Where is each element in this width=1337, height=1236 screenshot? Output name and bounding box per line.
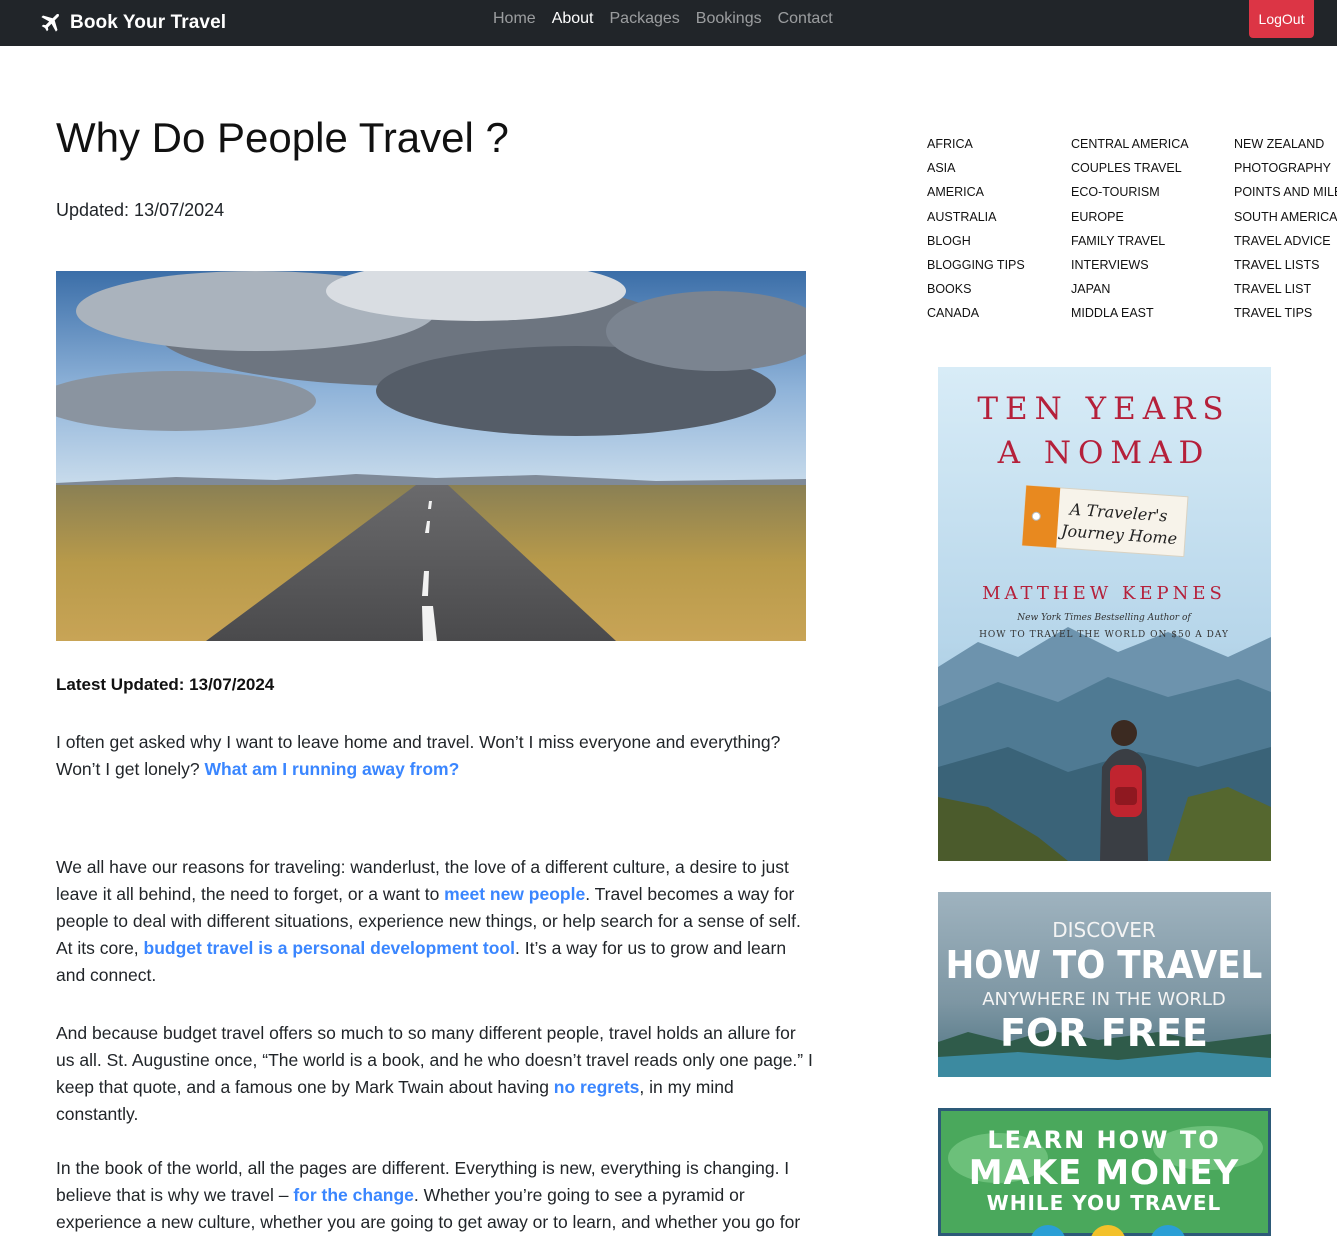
category-link[interactable]: TRAVEL LIST bbox=[1234, 277, 1337, 301]
category-link[interactable]: JAPAN bbox=[1071, 277, 1189, 301]
book-cover-image: TEN YEARS A NOMAD A Traveler's Journey H… bbox=[938, 367, 1271, 861]
category-column-2: CENTRAL AMERICA COUPLES TRAVEL ECO-TOURI… bbox=[1071, 132, 1189, 326]
category-link[interactable]: BLOGGING TIPS bbox=[927, 253, 1025, 277]
article-paragraph-1: I often get asked why I want to leave ho… bbox=[56, 729, 816, 783]
nav-links: Home About Packages Bookings Contact bbox=[485, 0, 841, 38]
category-link[interactable]: AMERICA bbox=[927, 180, 1025, 204]
latest-updated: Latest Updated: 13/07/2024 bbox=[56, 675, 275, 694]
money-line-3: WHILE YOU TRAVEL bbox=[987, 1191, 1222, 1215]
make-money-ad-banner[interactable]: LEARN HOW TO MAKE MONEY WHILE YOU TRAVEL bbox=[938, 1108, 1271, 1236]
category-link[interactable]: AUSTRALIA bbox=[927, 205, 1025, 229]
article-paragraph-4: In the book of the world, all the pages … bbox=[56, 1155, 816, 1236]
category-link[interactable]: INTERVIEWS bbox=[1071, 253, 1189, 277]
make-money-banner-image: LEARN HOW TO MAKE MONEY WHILE YOU TRAVEL bbox=[938, 1108, 1271, 1236]
article-paragraph-3: And because budget travel offers so much… bbox=[56, 1020, 816, 1128]
book-subtitle-2: HOW TO TRAVEL THE WORLD ON $50 A DAY bbox=[979, 630, 1229, 640]
category-link[interactable]: FAMILY TRAVEL bbox=[1071, 229, 1189, 253]
nav-bookings[interactable]: Bookings bbox=[688, 10, 770, 28]
category-link[interactable]: CENTRAL AMERICA bbox=[1071, 132, 1189, 156]
category-link[interactable]: POINTS AND MILES bbox=[1234, 180, 1337, 204]
book-title-line-1: TEN YEARS bbox=[977, 391, 1230, 427]
category-link[interactable]: AFRICA bbox=[927, 132, 1025, 156]
category-link[interactable]: MIDDLA EAST bbox=[1071, 301, 1189, 325]
discover-line-1: DISCOVER bbox=[1052, 918, 1156, 942]
logout-button[interactable]: LogOut bbox=[1249, 0, 1314, 38]
category-column-3: NEW ZEALAND PHOTOGRAPHY POINTS AND MILES… bbox=[1234, 132, 1337, 326]
category-link[interactable]: ASIA bbox=[927, 156, 1025, 180]
nav-home[interactable]: Home bbox=[485, 10, 544, 28]
no-regrets-link[interactable]: no regrets bbox=[554, 1077, 640, 1097]
article-paragraph-2: We all have our reasons for traveling: w… bbox=[56, 854, 816, 989]
brand-name: Book Your Travel bbox=[70, 12, 227, 33]
nav-about[interactable]: About bbox=[544, 10, 602, 28]
page-title: Why Do People Travel ? bbox=[56, 114, 509, 161]
brand-link[interactable]: Book Your Travel bbox=[38, 7, 226, 39]
nav-contact[interactable]: Contact bbox=[770, 10, 841, 28]
personal-development-link[interactable]: budget travel is a personal development … bbox=[144, 938, 515, 958]
meet-new-people-link[interactable]: meet new people bbox=[444, 884, 585, 904]
book-title-line-2: A NOMAD bbox=[997, 435, 1211, 471]
category-link[interactable]: PHOTOGRAPHY bbox=[1234, 156, 1337, 180]
top-navbar: Book Your Travel Home About Packages Boo… bbox=[0, 0, 1337, 46]
book-author: MATTHEW KEPNES bbox=[982, 583, 1226, 604]
category-link[interactable]: ECO-TOURISM bbox=[1071, 180, 1189, 204]
book-subtitle-1: New York Times Bestselling Author of bbox=[1016, 613, 1192, 623]
running-away-link[interactable]: What am I running away from? bbox=[205, 759, 460, 779]
for-the-change-link[interactable]: for the change bbox=[293, 1185, 414, 1205]
updated-date: Updated: 13/07/2024 bbox=[56, 200, 225, 220]
discover-line-2: HOW TO TRAVEL bbox=[946, 943, 1263, 987]
category-link[interactable]: COUPLES TRAVEL bbox=[1071, 156, 1189, 180]
nav-packages[interactable]: Packages bbox=[602, 10, 688, 28]
discover-line-3: ANYWHERE IN THE WORLD bbox=[982, 989, 1226, 1010]
category-link[interactable]: NEW ZEALAND bbox=[1234, 132, 1337, 156]
category-link[interactable]: BLOGH bbox=[927, 229, 1025, 253]
category-column-1: AFRICA ASIA AMERICA AUSTRALIA BLOGH BLOG… bbox=[927, 132, 1025, 326]
category-link[interactable]: SOUTH AMERICA bbox=[1234, 205, 1337, 229]
category-link[interactable]: TRAVEL LISTS bbox=[1234, 253, 1337, 277]
money-line-1: LEARN HOW TO bbox=[987, 1126, 1220, 1154]
category-link[interactable]: EUROPE bbox=[1071, 205, 1189, 229]
category-link[interactable]: BOOKS bbox=[927, 277, 1025, 301]
category-link[interactable]: CANADA bbox=[927, 301, 1025, 325]
category-link[interactable]: TRAVEL ADVICE bbox=[1234, 229, 1337, 253]
discover-ad-banner[interactable]: DISCOVER HOW TO TRAVEL ANYWHERE IN THE W… bbox=[938, 892, 1271, 1077]
category-link[interactable]: TRAVEL TIPS bbox=[1234, 301, 1337, 325]
hero-road-image bbox=[56, 271, 806, 641]
airplane-icon bbox=[41, 13, 59, 32]
book-ad-banner[interactable]: TEN YEARS A NOMAD A Traveler's Journey H… bbox=[938, 367, 1271, 861]
discover-line-4: FOR FREE bbox=[1000, 1011, 1208, 1055]
money-line-2: MAKE MONEY bbox=[969, 1153, 1240, 1193]
discover-banner-image: DISCOVER HOW TO TRAVEL ANYWHERE IN THE W… bbox=[938, 892, 1271, 1077]
